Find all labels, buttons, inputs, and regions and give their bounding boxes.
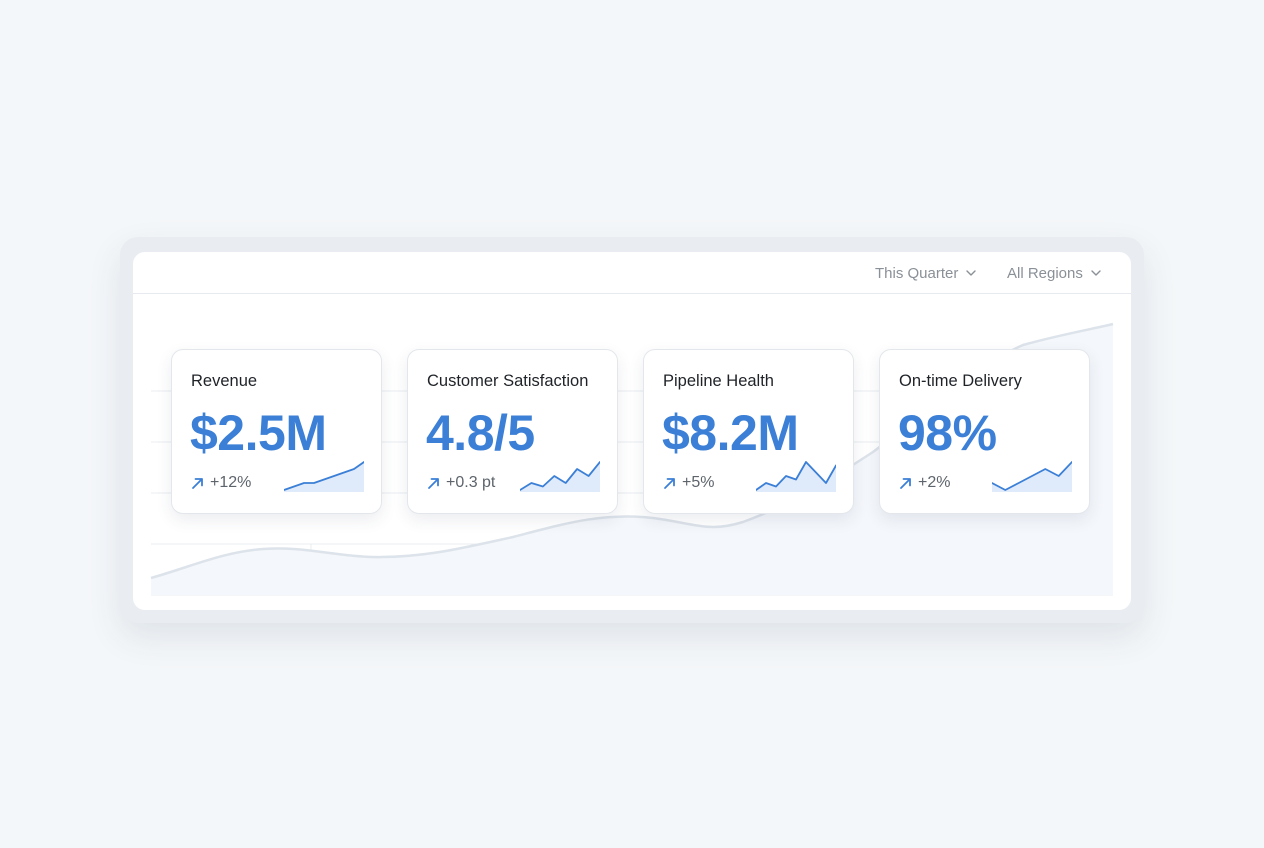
kpi-card-on-time-delivery[interactable]: On-time Delivery 98% +2%	[879, 349, 1090, 514]
kpi-delta: +0.3 pt	[427, 474, 495, 492]
kpi-panel: This Quarter All Regions Revenue $2.5M +…	[133, 252, 1131, 610]
trend-up-arrow-icon	[427, 477, 440, 490]
chevron-down-icon	[966, 270, 977, 276]
sparkline-area	[520, 462, 600, 492]
kpi-delta-value: +0.3 pt	[446, 474, 496, 491]
kpi-delta: +12%	[191, 474, 251, 492]
sparkline-area	[284, 462, 364, 492]
filter-bar: This Quarter All Regions	[133, 252, 1131, 294]
kpi-card-pipeline-health[interactable]: Pipeline Health $8.2M +5%	[643, 349, 854, 514]
dashboard-frame: This Quarter All Regions Revenue $2.5M +…	[120, 237, 1144, 623]
chevron-down-icon	[1091, 270, 1101, 276]
sparkline-chart	[284, 461, 364, 492]
region-filter-dropdown[interactable]: All Regions	[1007, 264, 1101, 282]
period-filter-dropdown[interactable]: This Quarter	[875, 264, 977, 282]
kpi-delta-value: +2%	[918, 474, 951, 491]
sparkline-chart	[756, 461, 836, 492]
kpi-delta-value: +5%	[682, 474, 715, 491]
kpi-value: 98%	[898, 405, 997, 461]
sparkline-area	[756, 462, 836, 492]
sparkline-chart	[992, 461, 1072, 492]
trend-up-arrow-icon	[191, 477, 204, 490]
kpi-title: Revenue	[191, 372, 258, 390]
kpi-title: Pipeline Health	[663, 372, 774, 390]
region-filter-label: All Regions	[1007, 264, 1083, 282]
kpi-delta: +2%	[899, 474, 950, 492]
kpi-value: $8.2M	[662, 405, 799, 461]
kpi-card-customer-satisfaction[interactable]: Customer Satisfaction 4.8/5 +0.3 pt	[407, 349, 618, 514]
kpi-title: On-time Delivery	[899, 372, 1022, 390]
period-filter-label: This Quarter	[875, 264, 959, 282]
kpi-value: $2.5M	[190, 405, 327, 461]
sparkline-chart	[520, 461, 600, 492]
kpi-card-revenue[interactable]: Revenue $2.5M +12%	[171, 349, 382, 514]
kpi-delta-value: +12%	[210, 474, 252, 491]
kpi-title: Customer Satisfaction	[427, 372, 589, 390]
kpi-value: 4.8/5	[426, 405, 535, 461]
trend-up-arrow-icon	[899, 477, 912, 490]
trend-up-arrow-icon	[663, 477, 676, 490]
kpi-delta: +5%	[663, 474, 714, 492]
